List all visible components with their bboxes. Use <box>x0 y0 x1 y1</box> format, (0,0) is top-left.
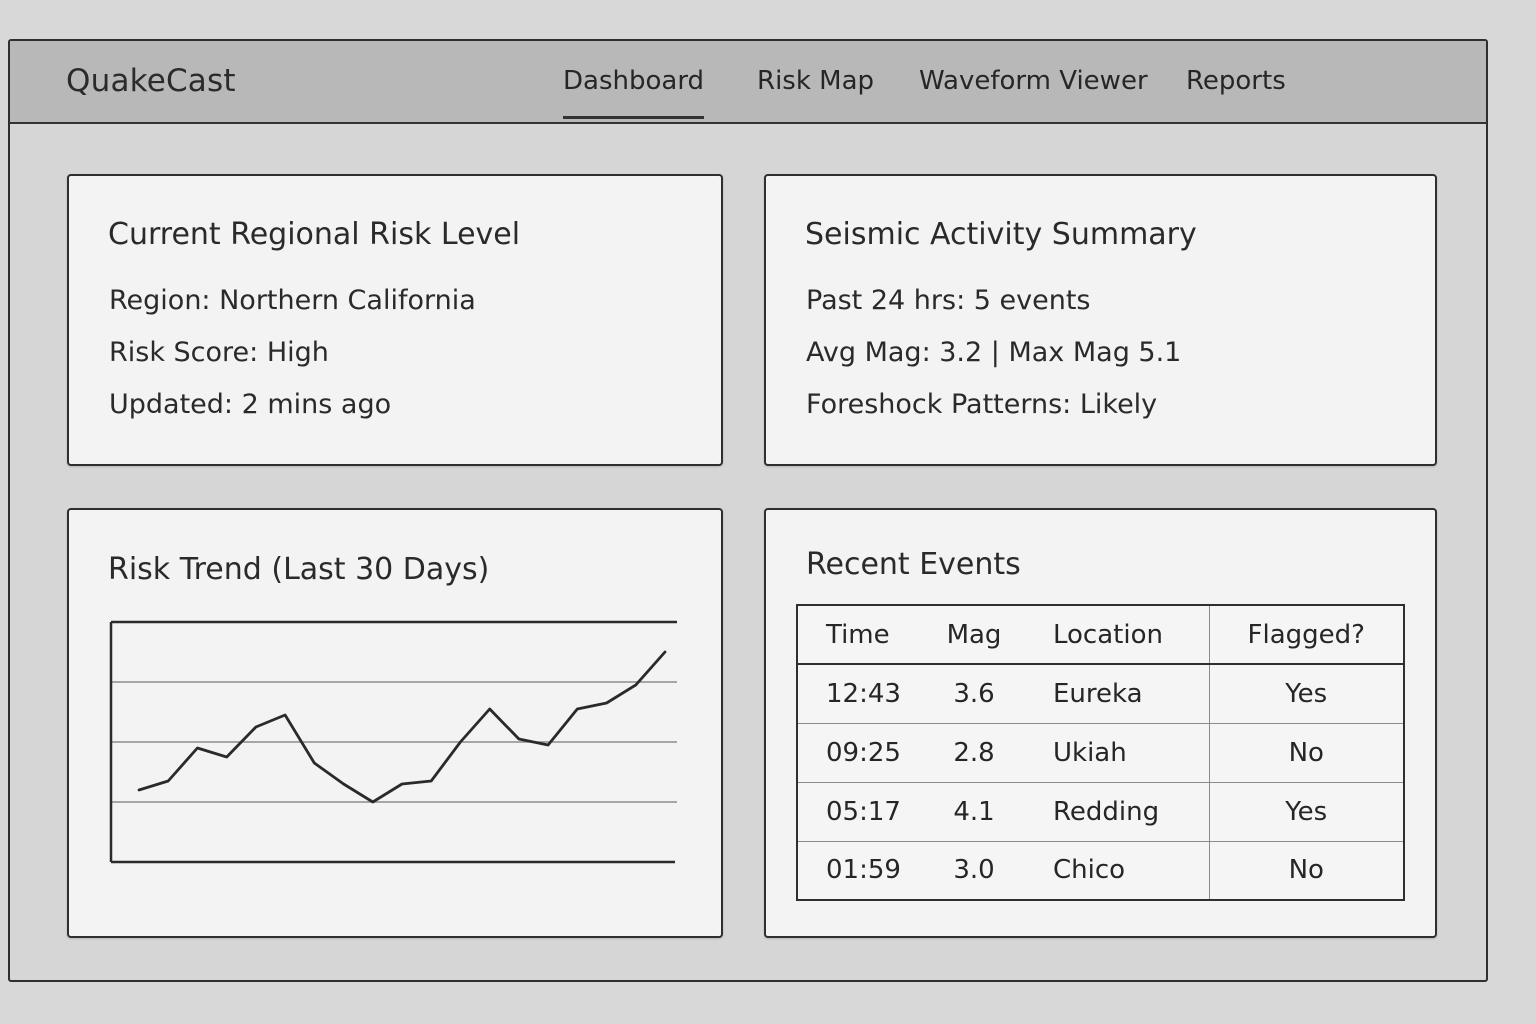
table-row[interactable]: 01:59 3.0 Chico No <box>797 841 1404 900</box>
table-row[interactable]: 09:25 2.8 Ukiah No <box>797 723 1404 782</box>
recent-events-card: Recent Events Time Mag Location Flagged?… <box>764 508 1437 938</box>
event-mag: 3.0 <box>953 855 995 886</box>
risk-updated: Updated: 2 mins ago <box>109 389 392 420</box>
event-flagged: Yes <box>1208 664 1404 723</box>
event-location: Chico <box>1053 855 1126 886</box>
risk-level-card: Current Regional Risk Level Region: Nort… <box>67 174 723 466</box>
table-header-row: Time Mag Location Flagged? <box>797 605 1404 664</box>
column-header-time: Time <box>826 619 890 650</box>
app-title: QuakeCast <box>66 63 236 99</box>
magnitude-stats: Avg Mag: 3.2 | Max Mag 5.1 <box>806 337 1182 368</box>
event-time: 01:59 <box>826 855 901 886</box>
event-flagged: Yes <box>1208 782 1404 841</box>
event-location: Redding <box>1053 796 1160 827</box>
column-header-flagged: Flagged? <box>1208 605 1404 664</box>
risk-trend-series-line <box>137 650 667 804</box>
event-flagged: No <box>1208 723 1404 782</box>
event-flagged: No <box>1208 841 1404 900</box>
event-time: 05:17 <box>826 796 901 827</box>
foreshock-patterns: Foreshock Patterns: Likely <box>806 389 1158 420</box>
event-time: 09:25 <box>826 737 901 768</box>
event-mag: 4.1 <box>953 796 995 827</box>
events-table: Time Mag Location Flagged? 12:43 3.6 Eur… <box>796 604 1405 901</box>
event-time: 12:43 <box>826 678 901 709</box>
event-mag: 2.8 <box>953 737 995 768</box>
tab-reports[interactable]: Reports <box>1186 66 1286 96</box>
risk-level-title: Current Regional Risk Level <box>108 217 521 252</box>
tab-waveform-viewer[interactable]: Waveform Viewer <box>919 66 1148 96</box>
event-location: Ukiah <box>1053 737 1127 768</box>
seismic-summary-title: Seismic Activity Summary <box>805 217 1197 252</box>
event-location: Eureka <box>1053 678 1143 709</box>
column-header-mag: Mag <box>946 619 1002 650</box>
tab-dashboard[interactable]: Dashboard <box>563 66 705 119</box>
past-24-hrs: Past 24 hrs: 5 events <box>806 285 1091 316</box>
tab-risk-map[interactable]: Risk Map <box>757 66 874 96</box>
risk-score: Risk Score: High <box>109 337 329 368</box>
risk-region: Region: Northern California <box>109 285 476 316</box>
column-header-location: Location <box>1053 619 1163 650</box>
seismic-summary-card: Seismic Activity Summary Past 24 hrs: 5 … <box>764 174 1437 466</box>
risk-trend-title: Risk Trend (Last 30 Days) <box>108 552 490 587</box>
top-nav-bar: QuakeCast Dashboard Risk Map Waveform Vi… <box>10 41 1486 124</box>
event-mag: 3.6 <box>953 678 995 709</box>
risk-trend-chart <box>109 620 677 864</box>
table-row[interactable]: 05:17 4.1 Redding Yes <box>797 782 1404 841</box>
table-row[interactable]: 12:43 3.6 Eureka Yes <box>797 664 1404 723</box>
recent-events-title: Recent Events <box>806 547 1021 582</box>
app-window: QuakeCast Dashboard Risk Map Waveform Vi… <box>8 39 1488 982</box>
risk-trend-card: Risk Trend (Last 30 Days) <box>67 508 723 938</box>
